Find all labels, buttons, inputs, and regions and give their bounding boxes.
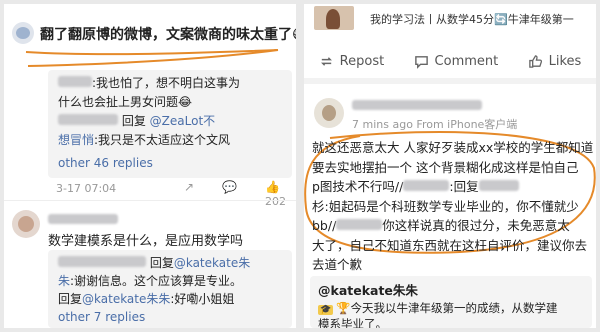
blurred-username <box>478 180 519 191</box>
repost-icon <box>320 56 332 66</box>
original-post-preview[interactable]: 我的学习法丨从数学45分🔄牛津年级第一 <box>304 4 596 38</box>
comment-line: 就这还恶意太大 人家好歹装成xx学校的学生都知道 <box>312 140 594 155</box>
reply-text: :好嘞小姐姐 <box>170 292 235 306</box>
avatar[interactable] <box>12 22 34 44</box>
reply-text: :我也怕了，想不明白这事为 <box>92 76 241 90</box>
reply-thread: :我也怕了，想不明白这事为 什么也会扯上男女问题😂 回复 @ZeaLot不 想冒… <box>48 70 292 178</box>
reply-label: 回复 <box>149 256 174 270</box>
reply-label: 回复 <box>58 292 83 306</box>
post-title: 我的学习法丨从数学45分🔄牛津年级第一 <box>370 13 574 26</box>
grad-cap-icon: 🎓 <box>318 305 334 315</box>
blurred-username <box>336 219 383 230</box>
thumbs-up-icon <box>528 54 542 68</box>
post-action-bar: Repost Comment Likes <box>304 44 596 84</box>
mention-link[interactable]: 朱 <box>58 274 70 288</box>
divider <box>4 200 296 201</box>
blurred-username <box>48 214 118 224</box>
avatar[interactable] <box>12 210 40 238</box>
share-icon[interactable]: ↗ <box>184 180 194 208</box>
handdrawn-underline <box>25 49 279 67</box>
mask-emoji-icon: 😷 <box>292 27 296 43</box>
blurred-username <box>403 180 450 191</box>
comment-item: 7 mins ago From iPhone客户端 就这还恶意太大 人家好歹装成… <box>304 96 596 276</box>
reply-author[interactable]: @katekate朱朱 <box>318 280 418 299</box>
reply-text: 什么也会扯上男女问题 <box>58 95 179 109</box>
trophy-icon: 🏆 <box>336 301 351 315</box>
like-button[interactable]: 👍 202 <box>265 180 296 208</box>
like-count: 202 <box>265 195 287 208</box>
blurred-username <box>58 256 146 267</box>
right-post-panel: 我的学习法丨从数学45分🔄牛津年级第一 Repost Comment Likes… <box>304 4 596 328</box>
mention-link[interactable]: @ZeaLot不 <box>150 114 215 128</box>
blurred-username <box>352 100 482 110</box>
reply-text: :谢谢信息。这个应该算是专业。 <box>70 274 243 288</box>
mention-link[interactable]: @katekate朱朱 <box>82 292 170 306</box>
likes-button[interactable]: Likes <box>528 54 581 69</box>
comment-line: 大了，自己不知道东西就在这枉自评价，建议你去 <box>312 237 588 253</box>
comment-actions: ↗ 💬 👍 202 <box>184 180 296 208</box>
more-replies-link[interactable]: other 46 replies <box>58 154 153 173</box>
blurred-username <box>58 114 118 125</box>
quoted-reply[interactable]: @katekate朱朱 🎓 🏆今天我以牛津年级第一的成绩，从数学建 模系毕业了。 <box>310 276 592 328</box>
reply-text: 模系毕业了。 <box>318 317 387 328</box>
reply-thread: 回复@katekate朱 朱:谢谢信息。这个应该算是专业。 回复@katekat… <box>48 250 292 328</box>
reply-text: 🎓 🏆今天我以牛津年级第一的成绩，从数学建 <box>318 301 558 315</box>
post-thumbnail[interactable] <box>314 6 354 30</box>
comment-button[interactable]: Comment <box>414 54 498 69</box>
comment-line: 要去实地摆拍一个 这个背景糊化成这样是怕自己 <box>312 159 579 175</box>
avatar[interactable] <box>314 98 344 128</box>
left-comment-panel: 翻了翻原博的微博，文案微商的味太重了😷 :我也怕了，想不明白这事为 什么也会扯上… <box>4 4 296 328</box>
comment-icon <box>414 55 428 69</box>
blurred-username <box>58 76 92 87</box>
reply-text: :我只是不太适应这个文风 <box>94 133 231 147</box>
reply-label: 回复 <box>121 114 146 128</box>
more-replies-link[interactable]: other 7 replies <box>58 308 145 327</box>
timestamp: 3-17 07:04 <box>56 182 117 195</box>
comment-line: p图技术不行吗//:回复 <box>312 177 592 197</box>
comment-line: 去道个歉 <box>312 257 363 272</box>
comment-line: bb//你这样说真的很过分，未免恶意太 <box>312 218 570 233</box>
laugh-emoji-icon: 😂 <box>178 95 193 109</box>
comment-body: 就这还恶意太大 人家好歹装成xx学校的学生都知道 要去实地摆拍一个 这个背景糊化… <box>312 138 594 275</box>
comment-text: 数学建模系是什么，是应用数学吗 <box>48 234 244 249</box>
mention-link[interactable]: @katekate朱 <box>174 256 250 270</box>
comment-icon[interactable]: 💬 <box>222 180 237 208</box>
comment-line: 杉:姐起码是个科班数学专业毕业的，你不懂就少 <box>312 198 579 214</box>
comment-text: 翻了翻原博的微博，文案微商的味太重了😷 <box>40 24 296 44</box>
mention-link[interactable]: 想冒悄 <box>58 133 94 147</box>
repost-button[interactable]: Repost <box>319 54 384 69</box>
